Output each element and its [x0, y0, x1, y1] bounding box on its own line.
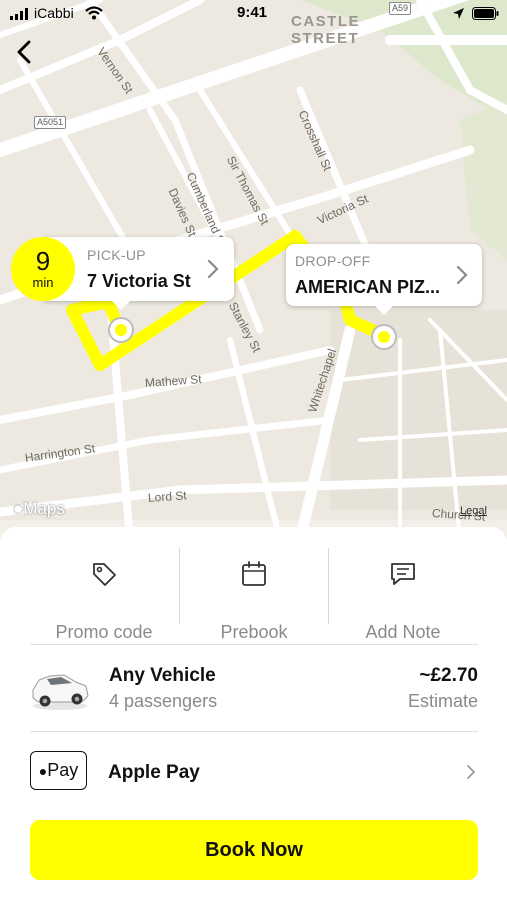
estimate-label: Estimate [407, 691, 478, 711]
eta-badge: 9 min [11, 237, 75, 301]
vehicle-passengers: 4 passengers [109, 691, 218, 711]
calendar-icon [242, 561, 266, 586]
tag-icon [93, 563, 116, 586]
screen: CASTLE STREET A5051 A59 Vernon St Crossh… [0, 0, 507, 900]
divider [30, 644, 478, 645]
promo-code-label: Promo code [55, 622, 153, 642]
legal-link[interactable]: Legal [460, 505, 487, 517]
carrier-name: iCabbi [34, 5, 74, 21]
promo-code-button[interactable]: Promo code [29, 547, 179, 647]
signal-icon [10, 8, 28, 20]
prebook-label: Prebook [220, 622, 288, 642]
pickup-address: 7 Victoria St [87, 271, 191, 291]
maps-attribution: ●Maps [13, 499, 65, 518]
add-note-label: Add Note [365, 622, 441, 642]
chevron-right-icon [467, 765, 476, 779]
apple-logo-icon: ● [13, 499, 24, 518]
street-label: Lord St [147, 488, 188, 505]
payment-method-row[interactable]: ●Pay Apple Pay [30, 732, 478, 812]
payment-method-label: Apple Pay [108, 762, 200, 783]
wifi-icon [85, 6, 103, 20]
prebook-button[interactable]: Prebook [179, 547, 329, 647]
clock: 9:41 [237, 4, 268, 21]
fare-estimate: ~£2.70 [419, 665, 478, 686]
callout-pointer [112, 301, 130, 310]
pickup-label: PICK-UP [87, 247, 146, 263]
location-arrow-icon [453, 8, 464, 19]
chevron-right-icon [456, 265, 468, 285]
dropoff-callout[interactable]: DROP-OFF AMERICAN PIZ... [286, 244, 482, 315]
car-icon [32, 674, 89, 710]
status-bar: iCabbi 9:41 [0, 0, 507, 28]
dropoff-address: AMERICAN PIZ... [295, 277, 441, 297]
callout-pointer [375, 306, 393, 315]
message-icon [391, 563, 415, 585]
apple-pay-logo: ●Pay [30, 751, 87, 790]
vehicle-row[interactable]: Any Vehicle 4 passengers ~£2.70 Estimate [30, 647, 478, 731]
map[interactable]: CASTLE STREET A5051 A59 Vernon St Crossh… [0, 0, 507, 540]
battery-icon [472, 7, 499, 20]
book-now-button[interactable]: Book Now [30, 820, 478, 880]
back-button[interactable] [12, 38, 40, 66]
booking-sheet: Promo code Prebook Add Note Any Vehicle … [0, 527, 507, 900]
chevron-right-icon [207, 259, 219, 279]
eta-unit: min [32, 275, 54, 290]
back-arrow-icon [17, 40, 31, 64]
apple-logo-icon: ● [38, 763, 48, 779]
dropoff-label: DROP-OFF [295, 253, 371, 269]
add-note-button[interactable]: Add Note [328, 547, 478, 647]
road-sign-a5051: A5051 [34, 116, 67, 129]
eta-value: 9 [35, 246, 51, 276]
vehicle-name: Any Vehicle [109, 665, 216, 686]
